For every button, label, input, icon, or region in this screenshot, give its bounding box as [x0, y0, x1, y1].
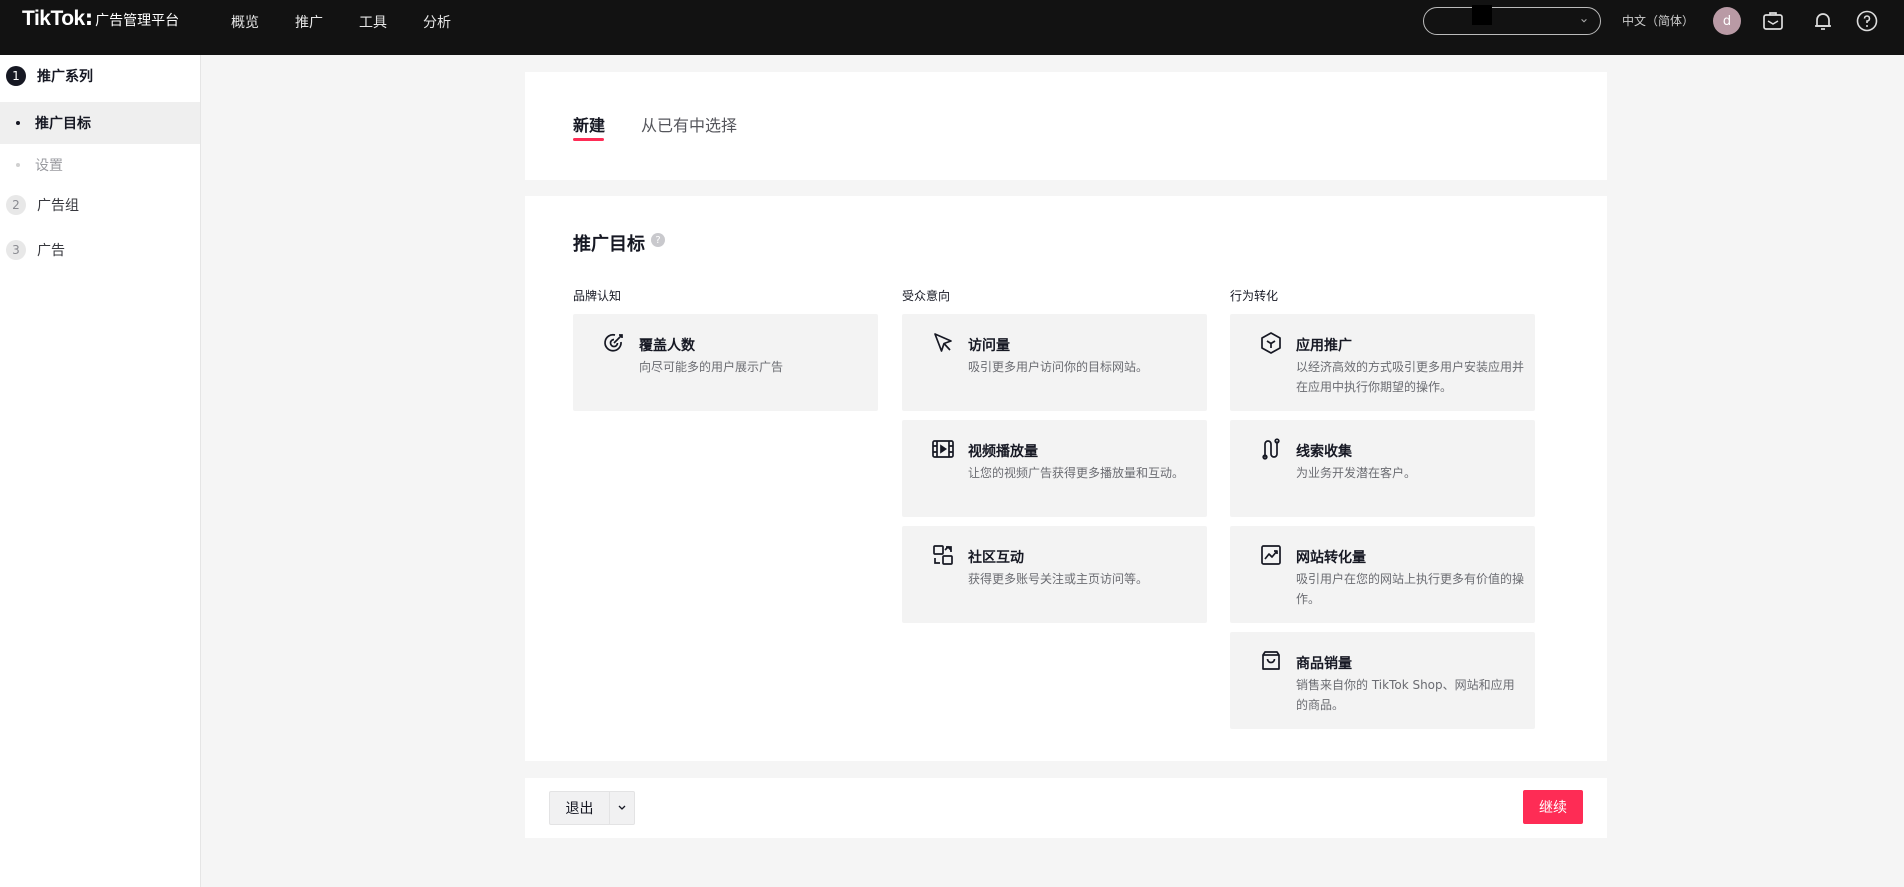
video-icon	[931, 437, 955, 461]
objective-product-sales[interactable]: 商品销量 销售来自你的 TikTok Shop、网站和应用的商品。	[1230, 632, 1535, 729]
shopping-bag-icon	[1259, 649, 1283, 673]
step-number: 3	[6, 240, 26, 260]
active-tab-indicator	[573, 138, 604, 141]
option-description: 以经济高效的方式吸引更多用户安装应用并在应用中执行你期望的操作。	[1296, 360, 1525, 394]
step-label: 广告组	[37, 198, 79, 214]
help-icon[interactable]	[1855, 9, 1879, 33]
option-title: 视频播放量	[968, 444, 1038, 460]
objective-traffic[interactable]: 访问量 吸引更多用户访问你的目标网站。	[902, 314, 1207, 411]
nav-overview[interactable]: 概览	[231, 12, 259, 32]
objective-card: 推广目标 ? 品牌认知 受众意向 行为转化 覆盖人数 向尽可能多的用户展示广告 …	[525, 196, 1607, 761]
top-bar: TikTok : 广告管理平台 概览 推广 工具 分析 中文（简体） d	[0, 0, 1904, 55]
objective-video-views[interactable]: 视频播放量 让您的视频广告获得更多播放量和互动。	[902, 420, 1207, 517]
option-title: 覆盖人数	[639, 338, 695, 354]
nav-analytics[interactable]: 分析	[423, 12, 451, 32]
logo-subtitle: 广告管理平台	[95, 13, 180, 29]
objective-app-promotion[interactable]: 应用推广 以经济高效的方式吸引更多用户安装应用并在应用中执行你期望的操作。	[1230, 314, 1535, 411]
sidebar-item-objective[interactable]: 推广目标	[0, 102, 200, 144]
option-description: 向尽可能多的用户展示广告	[639, 360, 784, 374]
sidebar-item-label: 推广目标	[35, 116, 91, 132]
bell-icon[interactable]	[1811, 9, 1835, 33]
nav-tools[interactable]: 工具	[359, 12, 387, 32]
objective-reach[interactable]: 覆盖人数 向尽可能多的用户展示广告	[573, 314, 878, 411]
account-redaction	[1472, 5, 1492, 25]
community-icon	[931, 543, 955, 567]
exit-button[interactable]: 退出	[549, 791, 609, 825]
step-adgroup[interactable]: 2 广告组	[6, 195, 79, 215]
reach-icon	[602, 331, 626, 355]
step-campaign[interactable]: 1 推广系列	[6, 66, 93, 86]
step-ad[interactable]: 3 广告	[6, 240, 65, 260]
option-title: 商品销量	[1296, 656, 1352, 672]
sidebar-item-label: 设置	[35, 158, 63, 174]
objective-website-conversions[interactable]: 网站转化量 吸引用户在您的网站上执行更多有价值的操作。	[1230, 526, 1535, 623]
logo[interactable]: TikTok : 广告管理平台	[22, 6, 179, 36]
nav-promote[interactable]: 推广	[295, 12, 323, 32]
objective-community[interactable]: 社区互动 获得更多账号关注或主页访问等。	[902, 526, 1207, 623]
option-description: 吸引用户在您的网站上执行更多有价值的操作。	[1296, 572, 1525, 606]
option-title: 访问量	[968, 338, 1010, 354]
continue-button[interactable]: 继续	[1523, 790, 1583, 824]
option-title: 网站转化量	[1296, 550, 1366, 566]
section-title: 推广目标	[573, 234, 645, 255]
option-title: 应用推广	[1296, 338, 1352, 354]
logo-colon: :	[84, 6, 94, 30]
tab-new[interactable]: 新建	[573, 112, 605, 136]
avatar[interactable]: d	[1713, 7, 1741, 35]
column-title-consideration: 受众意向	[902, 289, 951, 303]
logo-text: TikTok	[22, 7, 85, 30]
step-number: 2	[6, 195, 26, 215]
step-label: 推广系列	[37, 69, 93, 85]
option-title: 线索收集	[1296, 444, 1352, 460]
option-description: 让您的视频广告获得更多播放量和互动。	[968, 466, 1185, 480]
briefcase-icon[interactable]	[1761, 9, 1785, 33]
sidebar-item-settings[interactable]: 设置	[0, 144, 200, 186]
chevron-down-icon	[618, 805, 626, 810]
chevron-down-icon	[1581, 19, 1587, 23]
option-description: 销售来自你的 TikTok Shop、网站和应用的商品。	[1296, 678, 1515, 712]
lead-icon	[1259, 437, 1283, 461]
account-selector[interactable]	[1423, 5, 1601, 35]
objective-lead-generation[interactable]: 线索收集 为业务开发潜在客户。	[1230, 420, 1535, 517]
column-title-conversion: 行为转化	[1230, 289, 1279, 303]
tabs-card: 新建 从已有中选择	[525, 72, 1607, 180]
option-description: 获得更多账号关注或主页访问等。	[968, 572, 1149, 586]
app-icon	[1259, 331, 1283, 355]
tab-existing[interactable]: 从已有中选择	[641, 112, 737, 136]
bullet	[16, 121, 20, 125]
option-description: 为业务开发潜在客户。	[1296, 466, 1417, 480]
option-description: 吸引更多用户访问你的目标网站。	[968, 360, 1149, 374]
sidebar: 1 推广系列 推广目标 设置 2 广告组 3 广告	[0, 55, 201, 887]
step-label: 广告	[37, 243, 65, 259]
option-title: 社区互动	[968, 550, 1024, 566]
step-number: 1	[6, 66, 26, 86]
info-icon[interactable]: ?	[651, 233, 665, 247]
footer-bar: 退出 继续	[525, 778, 1607, 838]
cursor-icon	[931, 331, 955, 355]
exit-dropdown-button[interactable]	[609, 791, 635, 825]
column-title-awareness: 品牌认知	[573, 289, 622, 303]
main-nav: 概览 推广 工具 分析	[231, 12, 451, 32]
bullet	[16, 163, 20, 167]
conversion-icon	[1259, 543, 1283, 567]
language-switcher[interactable]: 中文（简体）	[1622, 12, 1694, 29]
